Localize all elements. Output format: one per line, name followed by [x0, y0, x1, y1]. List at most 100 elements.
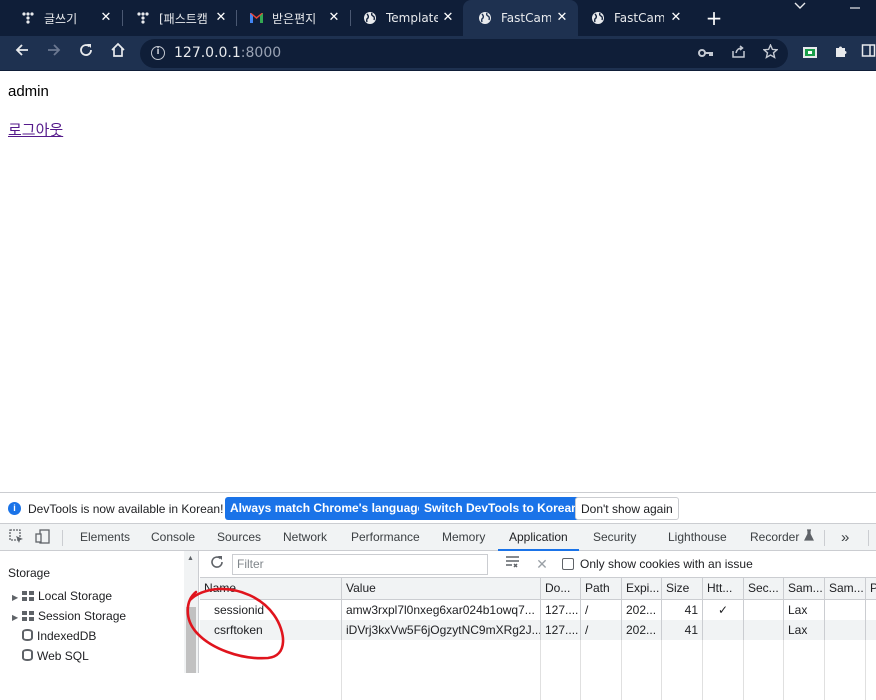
- database-icon: [22, 649, 33, 661]
- expand-arrow-icon[interactable]: ▶: [12, 588, 22, 608]
- tab-divider: [868, 530, 869, 546]
- globe-icon: [590, 10, 606, 26]
- minimize-icon[interactable]: [845, 0, 865, 16]
- scroll-up-icon[interactable]: ▲: [187, 555, 194, 562]
- url-text: 127.0.0.1:8000: [174, 45, 281, 61]
- tab-memory[interactable]: Memory: [442, 524, 485, 551]
- expand-arrow-icon[interactable]: ▶: [12, 608, 22, 628]
- extension-icon[interactable]: [803, 47, 817, 58]
- tab-sources[interactable]: Sources: [217, 524, 261, 551]
- address-bar[interactable]: i 127.0.0.1:8000: [140, 39, 788, 68]
- more-tabs-button[interactable]: »: [841, 524, 849, 551]
- close-icon[interactable]: ✕: [554, 10, 570, 26]
- tab-title: [패스트캠: [159, 11, 208, 26]
- switch-korean-button[interactable]: Switch DevTools to Korean: [419, 497, 584, 520]
- reload-icon[interactable]: [74, 41, 98, 65]
- gmail-icon: [248, 10, 264, 26]
- device-toolbar-icon[interactable]: [34, 529, 50, 545]
- cookie-priority: [865, 600, 876, 620]
- column-header-domain[interactable]: Do...: [540, 578, 580, 599]
- browser-tab[interactable]: 글쓰기 ✕: [0, 0, 122, 36]
- column-header-sameparty[interactable]: Sam...: [824, 578, 865, 599]
- cookie-domain: 127....: [540, 600, 580, 620]
- clear-icon[interactable]: ✕: [533, 555, 551, 573]
- filter-options-icon[interactable]: [504, 555, 522, 573]
- url-host: 127.0.0.1: [174, 45, 241, 61]
- sidebar-item-local-storage[interactable]: ▶ Local Storage: [12, 586, 112, 606]
- browser-tab[interactable]: Template ✕: [342, 0, 464, 36]
- cookie-name: csrftoken: [214, 623, 263, 637]
- browser-tab-active[interactable]: FastCamp ✕: [463, 0, 578, 36]
- close-icon[interactable]: ✕: [98, 10, 114, 26]
- only-issue-label: Only show cookies with an issue: [580, 557, 753, 571]
- tab-console[interactable]: Console: [151, 524, 195, 551]
- table-row[interactable]: csrftoken iDVrj3kxVw5F6jOgzytNC9mXRg2J..…: [200, 620, 876, 640]
- info-icon[interactable]: i: [151, 46, 165, 60]
- column-header-name[interactable]: Name: [200, 578, 341, 599]
- share-icon[interactable]: [728, 44, 748, 64]
- tab-performance[interactable]: Performance: [351, 524, 420, 551]
- column-header-samesite[interactable]: Sam...: [783, 578, 824, 599]
- home-icon[interactable]: [106, 41, 130, 65]
- tab-lighthouse[interactable]: Lighthouse: [668, 524, 727, 551]
- cookie-expires: 202...: [621, 600, 661, 620]
- cookie-domain: 127....: [540, 620, 580, 640]
- tab-network[interactable]: Network: [283, 524, 327, 551]
- forward-icon[interactable]: [42, 41, 66, 65]
- cookies-toolbar: Filter ✕ Only show cookies with an issue: [200, 551, 876, 578]
- sidebar-scrollbar[interactable]: ▲: [184, 551, 198, 673]
- new-tab-button[interactable]: +: [702, 6, 726, 30]
- column-header-path[interactable]: Path: [580, 578, 621, 599]
- browser-tab[interactable]: FastCamp ✕: [570, 0, 692, 36]
- page-viewport: admin 로그아웃: [0, 71, 876, 492]
- tab-title: 글쓰기: [44, 11, 78, 26]
- dont-show-again-button[interactable]: Don't show again: [575, 497, 679, 520]
- bookmark-star-icon[interactable]: [760, 43, 780, 64]
- side-panel-icon[interactable]: [856, 41, 876, 65]
- close-icon[interactable]: ✕: [213, 10, 229, 26]
- logout-link[interactable]: 로그아웃: [8, 119, 63, 140]
- tab-security[interactable]: Security: [593, 524, 636, 551]
- close-icon[interactable]: ✕: [668, 10, 684, 26]
- sidebar-item-web-sql[interactable]: Web SQL: [12, 646, 89, 666]
- tab-divider: [824, 530, 825, 546]
- tab-recorder[interactable]: Recorder: [750, 524, 799, 551]
- close-icon[interactable]: ✕: [440, 10, 456, 26]
- cookie-httponly: [702, 620, 743, 640]
- table-row[interactable]: sessionid amw3rxpl7l0nxeg6xar024b1owq7..…: [200, 600, 876, 620]
- column-header-expires[interactable]: Expi...: [621, 578, 661, 599]
- close-icon[interactable]: ✕: [326, 10, 342, 26]
- refresh-icon[interactable]: [208, 555, 226, 573]
- key-icon[interactable]: [696, 44, 716, 64]
- sidebar-item-label: Local Storage: [38, 589, 113, 603]
- column-header-priority[interactable]: P: [865, 578, 876, 599]
- match-language-button[interactable]: Always match Chrome's language: [225, 497, 430, 520]
- cookie-expires: 202...: [621, 620, 661, 640]
- extensions-puzzle-icon[interactable]: [829, 41, 853, 65]
- column-header-value[interactable]: Value: [341, 578, 540, 599]
- tistory-icon: [135, 10, 151, 26]
- filter-input[interactable]: Filter: [232, 554, 488, 575]
- tab-application[interactable]: Application: [498, 524, 579, 551]
- globe-icon: [477, 10, 493, 26]
- cookie-path: /: [580, 620, 621, 640]
- back-icon[interactable]: [10, 41, 34, 65]
- scrollbar-thumb[interactable]: [186, 607, 196, 673]
- sidebar-item-indexeddb[interactable]: IndexedDB: [12, 626, 96, 646]
- only-issue-checkbox[interactable]: [562, 558, 574, 570]
- globe-icon: [362, 10, 378, 26]
- column-header-secure[interactable]: Sec...: [743, 578, 783, 599]
- column-header-httponly[interactable]: Htt...: [702, 578, 743, 599]
- cookie-secure: [743, 600, 783, 620]
- column-header-size[interactable]: Size: [661, 578, 702, 599]
- sidebar-item-session-storage[interactable]: ▶ Session Storage: [12, 606, 126, 626]
- tab-elements[interactable]: Elements: [80, 524, 130, 551]
- inspect-element-icon[interactable]: [8, 529, 24, 545]
- cookie-samesite: Lax: [783, 620, 824, 640]
- browser-tab[interactable]: [패스트캠 ✕: [115, 0, 237, 36]
- table-header: Name Value Do... Path Expi... Size Htt..…: [200, 578, 876, 600]
- browser-tab[interactable]: 받은편지 ✕: [228, 0, 350, 36]
- cookie-sameparty: [824, 620, 865, 640]
- chevron-down-icon[interactable]: [790, 0, 810, 16]
- browser-toolbar: i 127.0.0.1:8000: [0, 36, 876, 71]
